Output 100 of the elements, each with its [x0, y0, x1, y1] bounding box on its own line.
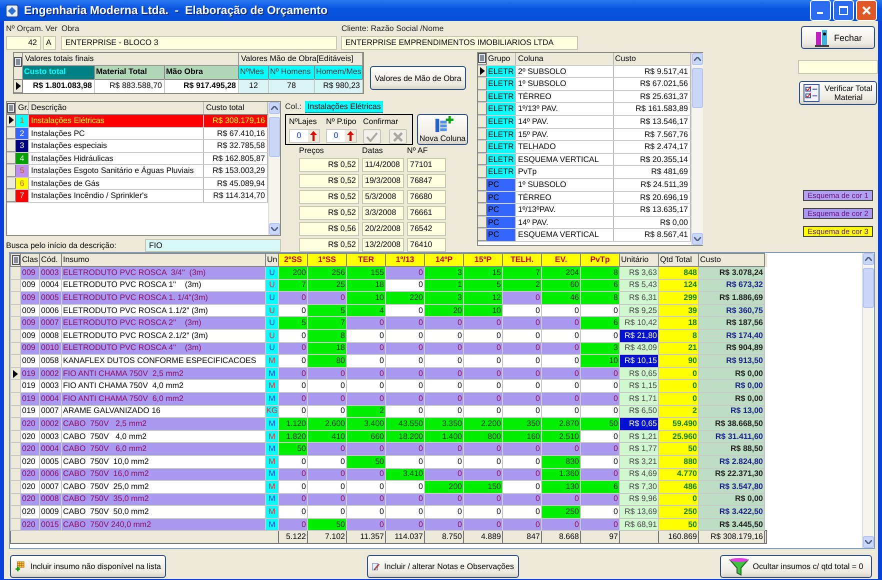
table-cell[interactable]: 10: [346, 292, 386, 304]
scroll-up-button[interactable]: [692, 53, 703, 65]
table-cell[interactable]: 0: [502, 480, 542, 494]
row-header[interactable]: [10, 367, 20, 380]
table-cell[interactable]: 18: [346, 279, 386, 292]
table-cell[interactable]: 0: [424, 367, 464, 380]
table-cell[interactable]: 0: [542, 442, 580, 456]
table-cell[interactable]: 1º/13º PAV.: [516, 103, 614, 115]
close-form-button[interactable]: Fechar: [801, 26, 875, 49]
table-cell[interactable]: 2: [502, 279, 542, 292]
table-cell[interactable]: 0: [424, 316, 464, 330]
table-cell[interactable]: 0: [580, 304, 620, 317]
table-cell[interactable]: 0: [424, 518, 464, 531]
new-column-button[interactable]: Nova Coluna: [417, 114, 468, 145]
table-cell[interactable]: 3: [580, 342, 620, 355]
search-field[interactable]: FIO: [145, 239, 281, 252]
table-cell[interactable]: Instalações PC: [29, 128, 204, 139]
scroll-up-button[interactable]: [269, 102, 280, 114]
spin-field[interactable]: 0: [326, 129, 357, 143]
table-cell[interactable]: 0: [542, 380, 580, 392]
scroll-down-button[interactable]: [692, 233, 703, 245]
table-cell[interactable]: 0: [580, 380, 620, 392]
table-cell[interactable]: 0: [308, 480, 346, 494]
scroll-thumb[interactable]: [269, 117, 280, 157]
table-cell[interactable]: 204: [542, 266, 580, 280]
table-cell[interactable]: 0: [386, 405, 424, 418]
table-cell[interactable]: 0: [386, 380, 424, 392]
table-cell[interactable]: TÉRREO: [516, 90, 614, 102]
input-field[interactable]: 42: [6, 36, 41, 50]
table-cell[interactable]: 0: [346, 518, 386, 531]
table-cell[interactable]: 0: [308, 292, 346, 304]
table-cell[interactable]: Instalações Esgoto Sanitário e Águas Pluviais: [29, 165, 204, 176]
table-cell[interactable]: 3: [424, 292, 464, 304]
table-cell[interactable]: 0: [386, 342, 424, 355]
table-cell[interactable]: 0: [502, 468, 542, 481]
table-cell[interactable]: 220: [386, 292, 424, 304]
table-cell[interactable]: 5: [464, 279, 502, 292]
table-cell[interactable]: 0: [386, 354, 424, 368]
table-cell[interactable]: 0: [464, 367, 502, 380]
table-cell[interactable]: 200: [424, 480, 464, 494]
table-cell[interactable]: 8: [580, 292, 620, 304]
table-cell[interactable]: 0: [386, 279, 424, 292]
table-cell[interactable]: 0: [502, 292, 542, 304]
table-cell[interactable]: 0: [542, 354, 580, 368]
table-cell[interactable]: 0: [542, 367, 580, 380]
table-cell[interactable]: 0: [424, 442, 464, 456]
table-cell[interactable]: 50: [580, 418, 620, 430]
action-button[interactable]: Ocultar insumos c/ qtd total = 0: [720, 555, 872, 578]
table-cell[interactable]: 80: [308, 354, 346, 368]
table-cell[interactable]: 1.360: [542, 468, 580, 481]
table-cell[interactable]: 0: [502, 455, 542, 468]
table-cell[interactable]: 0: [424, 405, 464, 418]
table-cell[interactable]: 0: [464, 380, 502, 392]
table-cell[interactable]: 0: [464, 442, 502, 456]
table-cell[interactable]: 0: [346, 342, 386, 355]
table-cell[interactable]: 7: [502, 266, 542, 280]
table-cell[interactable]: 0: [580, 329, 620, 342]
table-cell[interactable]: 0: [580, 430, 620, 443]
table-cell[interactable]: 1: [424, 279, 464, 292]
table-cell[interactable]: 0: [386, 493, 424, 506]
table-cell[interactable]: 0: [424, 342, 464, 355]
table-cell[interactable]: 0: [502, 380, 542, 392]
table-cell[interactable]: 0: [580, 442, 620, 456]
table-cell[interactable]: 0: [580, 506, 620, 518]
table-cell[interactable]: 0: [308, 442, 346, 456]
table-cell[interactable]: 0: [424, 392, 464, 406]
table-cell[interactable]: 0: [386, 392, 424, 406]
table-cell[interactable]: 0: [464, 506, 502, 518]
table-cell[interactable]: Instalações especiais: [29, 140, 204, 152]
table-cell[interactable]: 0: [542, 304, 580, 317]
table-cell[interactable]: 14º PAV.: [516, 116, 614, 128]
table-cell[interactable]: 3.410: [386, 468, 424, 481]
table-cell[interactable]: 0: [464, 518, 502, 531]
table-cell[interactable]: 0: [308, 367, 346, 380]
table-cell[interactable]: 25: [308, 279, 346, 292]
table-cell[interactable]: 50: [308, 518, 346, 531]
table-cell[interactable]: 3.350: [424, 418, 464, 430]
table-cell[interactable]: TELHADO: [516, 141, 614, 153]
input-field[interactable]: [798, 60, 878, 74]
table-cell[interactable]: 0: [502, 392, 542, 406]
table-cell[interactable]: 0: [464, 468, 502, 481]
table-cell[interactable]: 0: [464, 392, 502, 406]
table-cell[interactable]: 6: [580, 316, 620, 330]
table-cell[interactable]: 0: [542, 405, 580, 418]
table-cell[interactable]: 350: [502, 418, 542, 430]
table-cell[interactable]: 43.550: [386, 418, 424, 430]
table-cell[interactable]: 0: [386, 316, 424, 330]
table-cell[interactable]: 1º SUBSOLO: [516, 78, 614, 90]
maximize-button[interactable]: [833, 0, 854, 21]
table-cell[interactable]: 0: [424, 329, 464, 342]
table-cell[interactable]: 0: [346, 380, 386, 392]
input-field[interactable]: ENTERPRISE - BLOCO 3: [61, 36, 338, 50]
table-cell[interactable]: 6: [580, 480, 620, 494]
scroll-thumb[interactable]: [692, 68, 703, 108]
labor-values-button[interactable]: Valores de Mão de Obra: [370, 66, 466, 90]
table-cell[interactable]: 3.400: [346, 418, 386, 430]
table-cell[interactable]: 0: [424, 506, 464, 518]
input-field[interactable]: ENTERPRISE EMPRENDIMENTOS IMOBILIARIOS LTDA: [341, 36, 578, 50]
table-cell[interactable]: 830: [542, 455, 580, 468]
table-cell[interactable]: 4: [346, 304, 386, 317]
